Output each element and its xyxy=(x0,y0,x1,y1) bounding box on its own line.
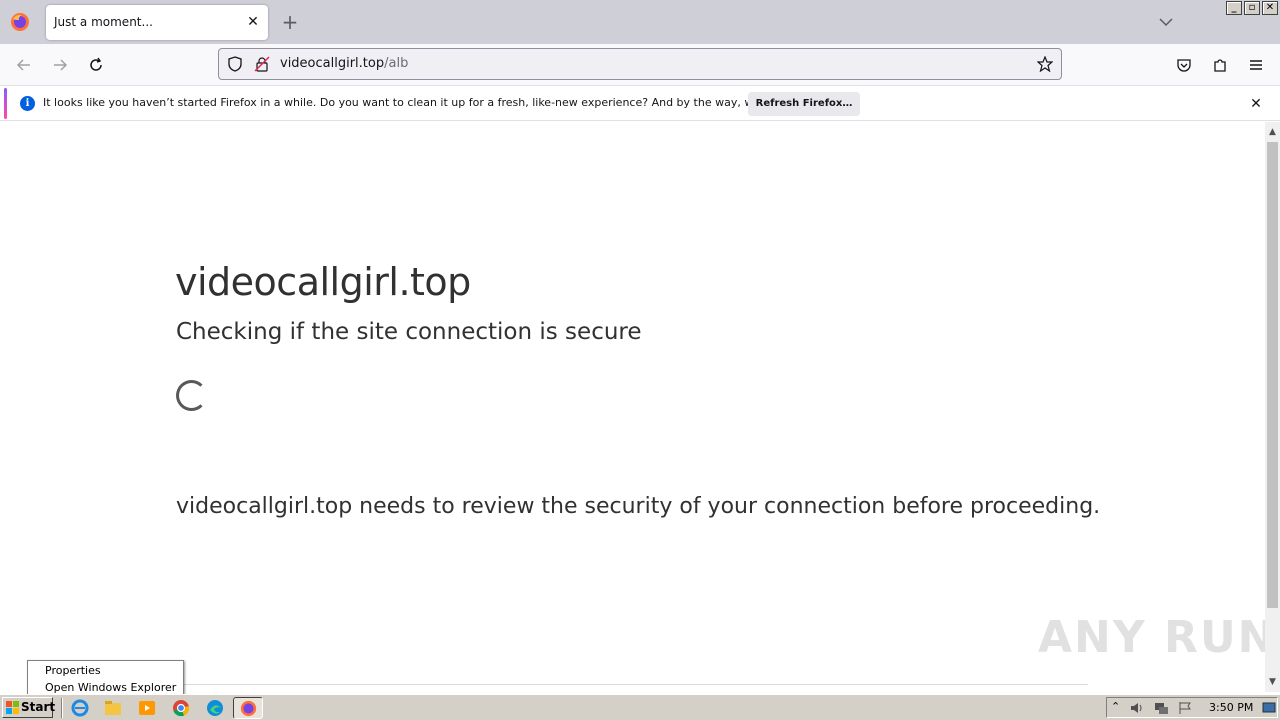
taskbar: Start ⌃ 3:50 PM xyxy=(0,694,1280,720)
forward-icon[interactable] xyxy=(49,54,71,76)
notification-text: It looks like you haven’t started Firefo… xyxy=(43,96,828,109)
context-menu: Properties Open Windows Explorer xyxy=(27,660,184,696)
menu-item-properties[interactable]: Properties xyxy=(45,664,101,677)
page-message: videocallgirl.top needs to review the se… xyxy=(176,494,1101,519)
url-host: videocallgirl.top xyxy=(280,56,385,71)
menu-item-open-windows-explorer[interactable]: Open Windows Explorer xyxy=(45,681,176,694)
notification-bar: i It looks like you haven’t started Fire… xyxy=(0,86,1280,121)
media-player-icon[interactable] xyxy=(137,698,157,718)
network-icon[interactable] xyxy=(1153,701,1169,715)
notification-accent xyxy=(4,88,7,119)
firefox-taskbar-icon xyxy=(240,700,257,717)
firefox-icon[interactable] xyxy=(10,12,30,32)
list-all-tabs-icon[interactable] xyxy=(1156,12,1176,32)
clock[interactable]: 3:50 PM xyxy=(1209,701,1253,714)
divider xyxy=(176,684,1088,685)
close-window-button[interactable]: ✕ xyxy=(1262,1,1278,15)
loading-spinner-icon xyxy=(176,380,207,411)
url-bar[interactable]: videocallgirl.top/alb xyxy=(218,48,1062,80)
scroll-down-icon[interactable]: ▼ xyxy=(1265,674,1280,690)
bookmark-star-icon[interactable] xyxy=(1037,56,1053,72)
taskbar-firefox-button[interactable] xyxy=(233,697,263,719)
windows-flag-icon xyxy=(6,701,19,714)
chrome-icon[interactable] xyxy=(171,698,191,718)
url-text[interactable]: videocallgirl.top/alb xyxy=(280,56,408,71)
start-label: Start xyxy=(21,700,56,714)
show-desktop-icon[interactable] xyxy=(1262,702,1276,714)
tab-close-icon[interactable]: ✕ xyxy=(242,11,264,33)
taskbar-separator xyxy=(61,698,63,718)
tab-title: Just a moment... xyxy=(54,15,153,29)
navigation-toolbar: videocallgirl.top/alb xyxy=(0,44,1280,86)
explorer-icon[interactable] xyxy=(103,698,123,718)
show-hidden-icons-icon[interactable]: ⌃ xyxy=(1111,700,1120,713)
minimize-button[interactable]: _ xyxy=(1226,1,1242,15)
start-button[interactable]: Start xyxy=(2,697,56,718)
reload-icon[interactable] xyxy=(85,54,107,76)
watermark-logo: ANY RUN xyxy=(1038,612,1277,663)
window-controls: _ ▫ ✕ xyxy=(1226,1,1278,15)
ie-icon[interactable] xyxy=(70,698,90,718)
system-tray: ⌃ 3:50 PM xyxy=(1106,697,1278,718)
menu-icon[interactable] xyxy=(1245,54,1267,76)
action-center-flag-icon[interactable] xyxy=(1177,701,1193,715)
edge-icon[interactable] xyxy=(205,698,225,718)
page-content: videocallgirl.top Checking if the site c… xyxy=(0,122,1265,692)
url-path: /alb xyxy=(384,56,409,71)
tracking-protection-shield-icon[interactable] xyxy=(227,56,243,72)
refresh-firefox-button[interactable]: Refresh Firefox… xyxy=(748,92,860,116)
info-icon: i xyxy=(20,96,35,111)
page-subheading: Checking if the site connection is secur… xyxy=(176,319,642,345)
scroll-up-icon[interactable]: ▲ xyxy=(1265,124,1280,140)
extensions-icon[interactable] xyxy=(1209,54,1231,76)
tab-active[interactable]: Just a moment... ✕ xyxy=(46,5,268,40)
vertical-scrollbar[interactable]: ▲ ▼ xyxy=(1265,122,1280,692)
pocket-icon[interactable] xyxy=(1173,54,1195,76)
new-tab-button[interactable]: + xyxy=(279,10,301,34)
restore-button[interactable]: ▫ xyxy=(1244,1,1260,15)
notification-close-icon[interactable]: ✕ xyxy=(1246,94,1266,114)
back-icon[interactable] xyxy=(13,54,35,76)
tab-strip: Just a moment... ✕ + _ ▫ ✕ xyxy=(0,0,1280,44)
scrollbar-thumb[interactable] xyxy=(1267,142,1278,608)
page-heading: videocallgirl.top xyxy=(175,260,471,304)
insecure-lock-icon[interactable] xyxy=(254,56,270,72)
volume-icon[interactable] xyxy=(1129,701,1145,715)
